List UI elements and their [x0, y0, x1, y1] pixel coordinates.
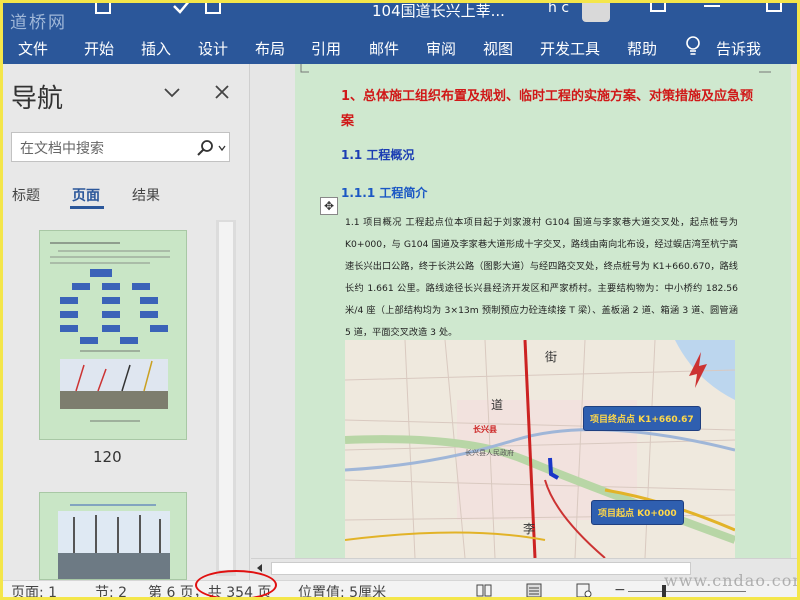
heading-1: 1、总体施工组织布置及规划、临时工程的实施方案、对策措施及应急预案: [341, 89, 754, 129]
nav-tab-pages[interactable]: 页面: [72, 185, 100, 205]
document-page[interactable]: 1、总体施工组织布置及规划、临时工程的实施方案、对策措施及应急预案 1.1 工程…: [295, 64, 791, 558]
page-corner-marks: [300, 64, 771, 73]
map-callout-end: 项目终点点 K1+660.67: [583, 406, 701, 431]
heading-2: 1.1 工程概况: [341, 148, 415, 162]
nav-tab-results[interactable]: 结果: [132, 185, 160, 205]
status-section[interactable]: 节: 2: [95, 582, 127, 600]
tab-home[interactable]: 开始: [84, 38, 114, 59]
nav-scrollbar[interactable]: [216, 220, 236, 576]
ribbon-tabs: 文件 开始 插入 设计 布局 引用 邮件 审阅 视图 开发工具 帮助 告诉我: [0, 30, 800, 64]
map-label-street: 街: [545, 350, 558, 364]
status-page[interactable]: 页面: 1: [11, 582, 57, 600]
title-bar: 道桥网 104国道长兴上莘... h c: [0, 0, 800, 33]
tab-design[interactable]: 设计: [198, 38, 228, 59]
thumbnail-preview: [58, 504, 170, 579]
thumbnail-preview: [50, 242, 170, 422]
watermark-url: www.cndao.com: [664, 571, 800, 590]
zoom-slider[interactable]: [628, 591, 746, 592]
map-graphic: [345, 340, 735, 558]
nav-tab-headings[interactable]: 标题: [12, 185, 40, 205]
status-position[interactable]: 位置值: 5厘米: [298, 582, 386, 600]
save-icon[interactable]: [95, 0, 111, 14]
scrollbar-thumb[interactable]: [271, 562, 691, 575]
search-icon[interactable]: [196, 139, 214, 157]
map-label-li: 李: [523, 522, 536, 536]
thumbnail-page-number: 120: [93, 448, 122, 466]
ribbon-display-icon[interactable]: [650, 0, 666, 12]
avatar[interactable]: [582, 0, 610, 22]
chevron-down-icon[interactable]: [162, 82, 182, 102]
restore-icon[interactable]: [766, 0, 782, 12]
tab-mailings[interactable]: 邮件: [369, 38, 399, 59]
tab-insert[interactable]: 插入: [141, 38, 171, 59]
zoom-out-icon[interactable]: −: [614, 582, 626, 598]
map-label-road: 道: [491, 398, 504, 412]
highlight-ellipse: [195, 570, 277, 600]
tab-view[interactable]: 视图: [483, 38, 513, 59]
tab-file[interactable]: 文件: [18, 38, 48, 59]
navigation-pane: 导航 在文档中搜索 标题 页面 结果 120: [0, 64, 250, 580]
web-layout-icon[interactable]: [576, 583, 592, 598]
document-area: 1、总体施工组织布置及规划、临时工程的实施方案、对策措施及应急预案 1.1 工程…: [251, 64, 800, 558]
heading-3: 1.1.1 工程简介: [341, 186, 428, 200]
tab-review[interactable]: 审阅: [426, 38, 456, 59]
scrollbar-thumb[interactable]: [219, 222, 233, 570]
page-thumbnails: 120: [0, 218, 216, 580]
close-icon[interactable]: [212, 82, 232, 102]
route-map-image[interactable]: 项目终点点 K1+660.67 项目起点 K0+000 长兴县 长兴县人民政府 …: [345, 340, 735, 558]
tell-me-search[interactable]: 告诉我: [716, 38, 761, 59]
tab-help[interactable]: 帮助: [627, 38, 657, 59]
user-name[interactable]: h c: [548, 0, 569, 16]
page-thumbnail[interactable]: [39, 230, 187, 440]
map-label-government: 长兴县人民政府: [465, 449, 514, 457]
tab-developer[interactable]: 开发工具: [540, 38, 600, 59]
body-paragraph: 1.1 项目概况 工程起点位本项目起于刘家渡村 G104 国道与李家巷大道交叉处…: [345, 217, 738, 338]
dropdown-icon[interactable]: [218, 144, 226, 152]
table-move-handle-icon[interactable]: ✥: [320, 197, 338, 215]
lightbulb-icon[interactable]: [684, 35, 702, 57]
check-icon[interactable]: [172, 0, 192, 16]
map-label-changxing: 长兴县: [473, 425, 497, 434]
search-placeholder: 在文档中搜索: [20, 141, 104, 157]
document-title: 104国道长兴上莘...: [372, 2, 505, 20]
map-callout-start: 项目起点 K0+000: [591, 500, 684, 525]
read-mode-icon[interactable]: [476, 583, 492, 598]
tab-layout[interactable]: 布局: [255, 38, 285, 59]
page-thumbnail[interactable]: [39, 492, 187, 580]
checkbox-icon[interactable]: [205, 0, 221, 14]
active-tab-indicator: [70, 206, 104, 209]
print-layout-icon[interactable]: [526, 583, 542, 598]
tab-references[interactable]: 引用: [311, 38, 341, 59]
nav-search-input[interactable]: 在文档中搜索: [11, 132, 230, 162]
nav-title: 导航: [11, 84, 64, 114]
minimize-icon[interactable]: [702, 0, 722, 10]
